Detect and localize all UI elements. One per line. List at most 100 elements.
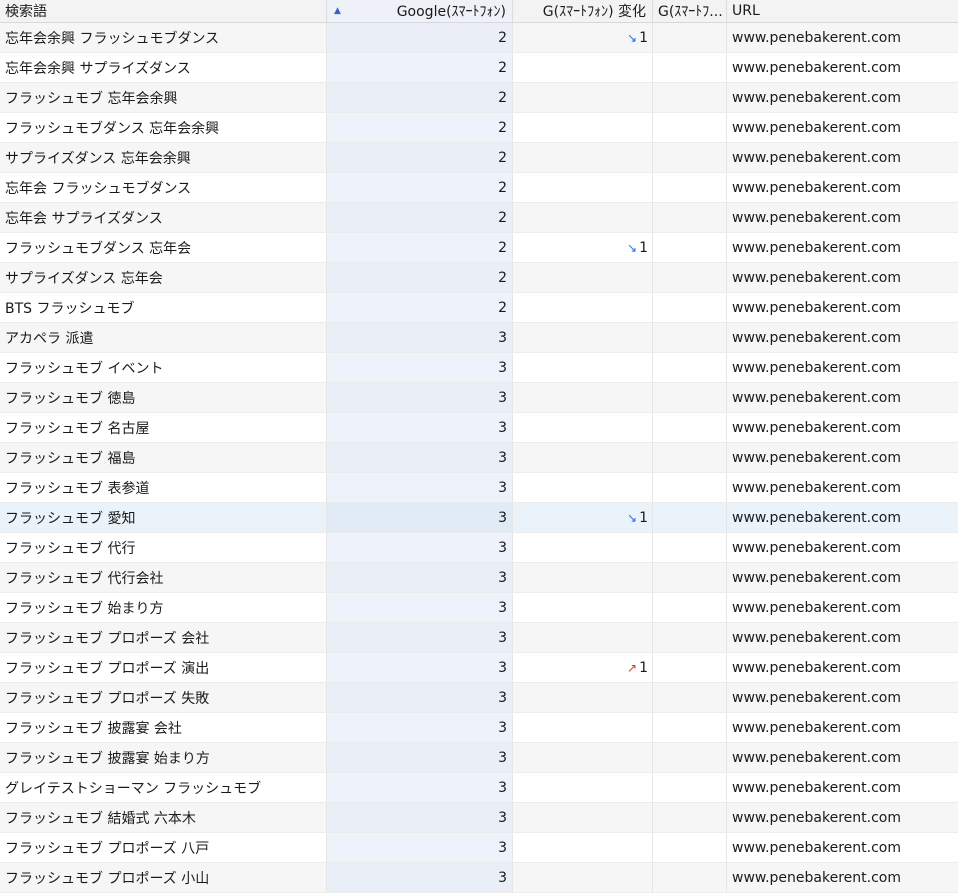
table-body: 忘年会余興 フラッシュモブダンス 2 ↘ 1 www.penebakerent.com 忘… — [0, 23, 958, 893]
url-cell: www.penebakerent.com — [732, 299, 901, 316]
table-row[interactable]: フラッシュモブ 始まり方 3 www.penebakerent.com — [0, 593, 958, 623]
previous-rank-cell — [653, 233, 727, 262]
previous-rank-cell — [653, 713, 727, 742]
previous-rank-cell — [653, 773, 727, 802]
table-row[interactable]: フラッシュモブ プロポーズ 八戸 3 www.penebakerent.com — [0, 833, 958, 863]
change-cell — [513, 533, 653, 562]
table-row[interactable]: 忘年会 サプライズダンス 2 www.penebakerent.com — [0, 203, 958, 233]
table-row[interactable]: フラッシュモブダンス 忘年会余興 2 www.penebakerent.com — [0, 113, 958, 143]
keyword-cell: BTS フラッシュモブ — [0, 293, 327, 322]
column-header-keyword[interactable]: 検索語 — [0, 0, 327, 22]
google-rank-cell: 3 — [327, 713, 513, 742]
table-row[interactable]: フラッシュモブ プロポーズ 演出 3 ↗ 1 www.penebakerent.com — [0, 653, 958, 683]
column-header-previous[interactable]: G(ｽﾏｰﾄﾌ... — [653, 0, 727, 22]
google-rank-cell: 2 — [327, 53, 513, 82]
table-row[interactable]: フラッシュモブ 代行 3 www.penebakerent.com — [0, 533, 958, 563]
google-rank-cell: 3 — [327, 833, 513, 862]
url-cell: www.penebakerent.com — [732, 659, 901, 676]
table-row[interactable]: フラッシュモブ 福島 3 www.penebakerent.com — [0, 443, 958, 473]
url-cell: www.penebakerent.com — [732, 689, 901, 706]
table-row[interactable]: フラッシュモブ プロポーズ 失敗 3 www.penebakerent.com — [0, 683, 958, 713]
url-cell: www.penebakerent.com — [732, 269, 901, 286]
table-row[interactable]: フラッシュモブ 披露宴 会社 3 www.penebakerent.com — [0, 713, 958, 743]
google-rank-cell: 3 — [327, 353, 513, 382]
url-cell: www.penebakerent.com — [732, 809, 901, 826]
table-row[interactable]: フラッシュモブ 代行会社 3 www.penebakerent.com — [0, 563, 958, 593]
table-row[interactable]: サプライズダンス 忘年会余興 2 www.penebakerent.com — [0, 143, 958, 173]
previous-rank-cell — [653, 443, 727, 472]
change-cell — [513, 53, 653, 82]
keyword-cell: サプライズダンス 忘年会余興 — [0, 143, 327, 172]
trend-down-arrow-icon: ↘ — [627, 510, 638, 525]
url-cell: www.penebakerent.com — [732, 419, 901, 436]
table-row[interactable]: フラッシュモブ 披露宴 始まり方 3 www.penebakerent.com — [0, 743, 958, 773]
url-cell: www.penebakerent.com — [732, 599, 901, 616]
change-cell: ↘ 1 — [513, 233, 653, 262]
table-row[interactable]: グレイテストショーマン フラッシュモブ 3 www.penebakerent.com — [0, 773, 958, 803]
table-row[interactable]: フラッシュモブ プロポーズ 小山 3 www.penebakerent.com — [0, 863, 958, 893]
column-header-google-smartphone[interactable]: ▲ Google(ｽﾏｰﾄﾌｫﾝ) — [327, 0, 513, 22]
table-row[interactable]: フラッシュモブ 愛知 3 ↘ 1 www.penebakerent.com — [0, 503, 958, 533]
url-cell: www.penebakerent.com — [732, 779, 901, 796]
previous-rank-cell — [653, 473, 727, 502]
google-rank-cell: 3 — [327, 803, 513, 832]
change-cell — [513, 743, 653, 772]
column-header-google-label: Google(ｽﾏｰﾄﾌｫﾝ) — [396, 4, 506, 20]
change-cell — [513, 863, 653, 892]
keyword-cell: フラッシュモブ 披露宴 会社 — [0, 713, 327, 742]
google-rank-cell: 3 — [327, 773, 513, 802]
url-cell: www.penebakerent.com — [732, 239, 901, 256]
url-cell: www.penebakerent.com — [732, 509, 901, 526]
column-header-url[interactable]: URL — [727, 0, 958, 22]
keyword-cell: フラッシュモブ プロポーズ 小山 — [0, 863, 327, 892]
previous-rank-cell — [653, 323, 727, 352]
google-rank-cell: 2 — [327, 143, 513, 172]
keyword-cell: フラッシュモブ 表参道 — [0, 473, 327, 502]
change-cell — [513, 413, 653, 442]
column-header-change[interactable]: G(ｽﾏｰﾄﾌｫﾝ) 変化 — [513, 0, 653, 22]
google-rank-cell: 3 — [327, 323, 513, 352]
keyword-cell: フラッシュモブ 徳島 — [0, 383, 327, 412]
sort-ascending-icon: ▲ — [334, 6, 341, 16]
previous-rank-cell — [653, 833, 727, 862]
table-row[interactable]: アカペラ 派遣 3 www.penebakerent.com — [0, 323, 958, 353]
previous-rank-cell — [653, 263, 727, 292]
column-header-previous-label: G(ｽﾏｰﾄﾌ... — [658, 4, 723, 20]
url-cell: www.penebakerent.com — [732, 209, 901, 226]
table-row[interactable]: BTS フラッシュモブ 2 www.penebakerent.com — [0, 293, 958, 323]
table-row[interactable]: フラッシュモブ プロポーズ 会社 3 www.penebakerent.com — [0, 623, 958, 653]
trend-up-arrow-icon: ↗ — [627, 660, 638, 675]
keyword-cell: フラッシュモブ 代行 — [0, 533, 327, 562]
google-rank-cell: 2 — [327, 293, 513, 322]
previous-rank-cell — [653, 353, 727, 382]
keyword-cell: フラッシュモブ プロポーズ 演出 — [0, 653, 327, 682]
google-rank-cell: 3 — [327, 443, 513, 472]
change-cell — [513, 203, 653, 232]
keyword-cell: アカペラ 派遣 — [0, 323, 327, 352]
table-row[interactable]: フラッシュモブ 結婚式 六本木 3 www.penebakerent.com — [0, 803, 958, 833]
table-row[interactable]: フラッシュモブ 徳島 3 www.penebakerent.com — [0, 383, 958, 413]
google-rank-cell: 2 — [327, 23, 513, 52]
change-cell — [513, 683, 653, 712]
previous-rank-cell — [653, 803, 727, 832]
table-row[interactable]: サプライズダンス 忘年会 2 www.penebakerent.com — [0, 263, 958, 293]
url-cell: www.penebakerent.com — [732, 29, 901, 46]
column-header-change-label: G(ｽﾏｰﾄﾌｫﾝ) 変化 — [542, 4, 646, 20]
google-rank-cell: 3 — [327, 743, 513, 772]
table-row[interactable]: フラッシュモブ 忘年会余興 2 www.penebakerent.com — [0, 83, 958, 113]
table-row[interactable]: 忘年会余興 フラッシュモブダンス 2 ↘ 1 www.penebakerent.com — [0, 23, 958, 53]
change-cell — [513, 713, 653, 742]
keyword-cell: フラッシュモブ 愛知 — [0, 503, 327, 532]
table-row[interactable]: フラッシュモブ イベント 3 www.penebakerent.com — [0, 353, 958, 383]
table-row[interactable]: フラッシュモブ 表参道 3 www.penebakerent.com — [0, 473, 958, 503]
previous-rank-cell — [653, 383, 727, 412]
previous-rank-cell — [653, 593, 727, 622]
table-row[interactable]: フラッシュモブダンス 忘年会 2 ↘ 1 www.penebakerent.com — [0, 233, 958, 263]
change-cell — [513, 173, 653, 202]
google-rank-cell: 2 — [327, 113, 513, 142]
table-row[interactable]: フラッシュモブ 名古屋 3 www.penebakerent.com — [0, 413, 958, 443]
table-row[interactable]: 忘年会 フラッシュモブダンス 2 www.penebakerent.com — [0, 173, 958, 203]
google-rank-cell: 2 — [327, 83, 513, 112]
table-row[interactable]: 忘年会余興 サプライズダンス 2 www.penebakerent.com — [0, 53, 958, 83]
previous-rank-cell — [653, 863, 727, 892]
